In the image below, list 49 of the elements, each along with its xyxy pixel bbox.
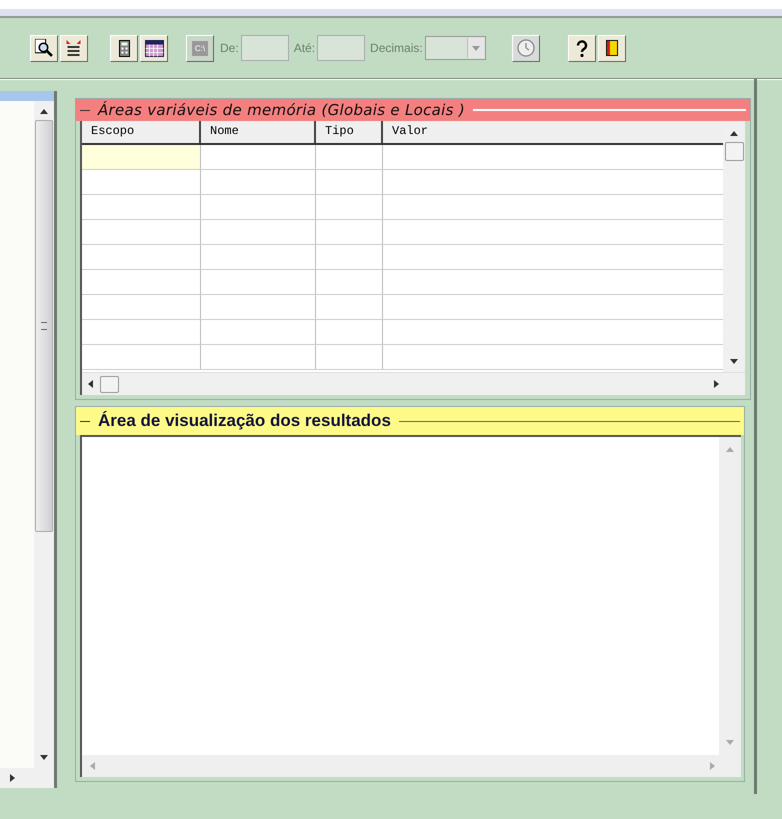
scroll-up-arrow-icon[interactable] [730,131,738,136]
door-icon [606,40,618,56]
panel-title: Áreas variáveis de memória (Globais e Locais ) [98,101,465,119]
scroll-down-arrow-icon[interactable] [40,755,48,760]
table-row[interactable] [82,270,723,295]
scroll-right-arrow-icon[interactable] [10,774,15,782]
table-row[interactable] [82,245,723,270]
calendar-button[interactable] [140,34,168,62]
clock-button[interactable] [512,34,540,62]
list-area[interactable] [0,101,34,768]
horizontal-scrollbar[interactable] [0,768,54,788]
table-row[interactable] [82,320,723,345]
table-row[interactable] [82,220,723,245]
panel-title: Área de visualização dos resultados [98,411,391,431]
clock-icon [516,39,535,57]
search-report-button[interactable] [30,34,58,62]
decimals-label: Decimais: [370,41,423,55]
horizontal-scrollbar[interactable] [82,372,745,395]
scroll-up-arrow-icon[interactable] [40,109,48,114]
scroll-thumb[interactable] [100,376,119,392]
column-header[interactable]: Nome [201,121,316,143]
field-label: Até: [294,41,316,55]
scroll-left-arrow-icon[interactable] [88,380,93,388]
list-arrows-button[interactable] [60,34,88,62]
dropdown-arrow-icon [472,46,480,50]
table-row[interactable] [82,170,723,195]
vertical-scrollbar[interactable] [34,101,54,768]
table-row[interactable] [82,195,723,220]
calculator-icon [118,40,130,56]
exit-door-button[interactable] [598,34,626,62]
decimals-dropdown[interactable] [424,36,486,60]
scroll-thumb[interactable] [35,120,53,532]
table-row[interactable] [82,145,723,170]
magnifier-icon [35,39,53,57]
column-header[interactable]: Tipo [316,121,383,143]
panel-header-bar [0,91,54,101]
list-arrows-icon [66,39,82,57]
column-header[interactable]: Escopo [82,121,201,143]
table-row[interactable] [82,345,723,370]
calculator-button[interactable] [110,34,138,62]
scroll-right-arrow-icon[interactable] [714,380,719,388]
column-header[interactable]: Valor [383,121,723,143]
field-label: De: [220,41,239,55]
table-row[interactable] [82,295,723,320]
calendar-icon [144,40,164,56]
question-mark-icon [576,40,588,56]
scroll-thumb[interactable] [724,142,744,161]
help-button[interactable] [568,34,596,62]
scroll-down-arrow-icon[interactable] [730,359,738,364]
